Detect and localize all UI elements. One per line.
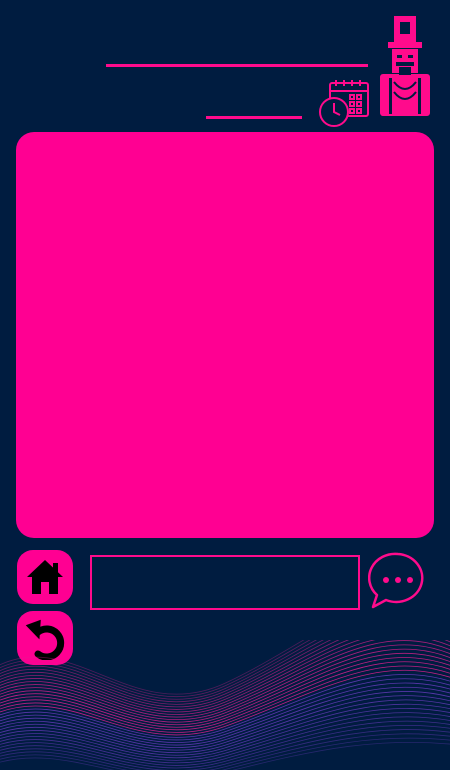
wave-line: [0, 640, 350, 710]
wave-line: [0, 640, 317, 700]
wave-line: [0, 712, 450, 761]
home-button[interactable]: [17, 550, 73, 604]
nutcracker-icon: [380, 16, 430, 116]
wave-line: [0, 644, 450, 721]
decorative-wave-lines: [0, 640, 450, 770]
calendar-clock-icon: [319, 80, 369, 127]
wave-line: [0, 695, 450, 751]
wave-line: [0, 703, 450, 756]
chat-input[interactable]: [90, 555, 360, 610]
main-content-panel: [16, 132, 434, 538]
speech-bubble-ellipsis-icon[interactable]: [368, 550, 428, 610]
home-icon: [27, 560, 63, 594]
header-divider-short: [206, 116, 302, 119]
wave-line: [0, 729, 450, 770]
header-divider-top: [106, 64, 368, 67]
